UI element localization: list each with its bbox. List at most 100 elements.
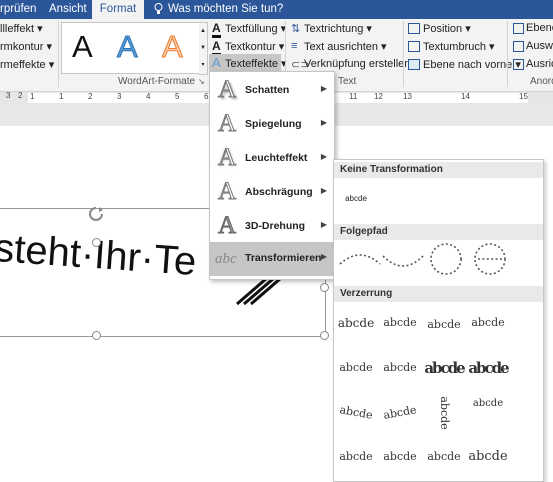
warp-can-down[interactable]: abcde [466,442,510,472]
warp-arch-down[interactable]: abcde [376,394,425,431]
tab-review[interactable]: rprüfen [0,0,44,19]
warp-triangle-up[interactable]: abcde [422,310,466,340]
follow-path-arch-down[interactable] [381,244,425,281]
glow-icon: A [217,144,237,172]
group-divider [58,21,59,87]
align-objects-icon [513,59,524,70]
warp-circle-alt[interactable]: abcde [466,353,510,383]
transform-submenu: Keine Transformation abcde Folgepfad Ver… [333,159,544,482]
menu-item-3d-rotation[interactable]: A 3D-Drehung ▶ [210,210,334,244]
wrap-text-icon [408,41,420,52]
section-follow-path-header: Folgepfad [334,224,543,240]
warp-button-pour[interactable]: abcde [466,398,510,428]
ruler-number: 13 [403,92,412,101]
lightbulb-icon [154,3,163,14]
warp-triangle-down[interactable]: abcde [466,308,510,338]
text-effects-icon: A [212,55,221,70]
wordart-style-black[interactable]: A [72,29,93,65]
text-fill-label: Textfüllung ▾ [225,23,287,35]
ruler-number: 3 [117,92,122,101]
group-label-text: Text [338,76,357,87]
section-warp-header: Verzerrung [334,286,543,302]
warp-circle[interactable]: abcde [422,353,466,383]
resize-handle[interactable] [92,331,101,340]
ruler-number: 12 [374,92,383,101]
chevron-right-icon: ▶ [320,118,327,127]
ruler-number: 11 [349,92,358,101]
transform-adjust-icon[interactable] [232,276,282,309]
warp-chevron-up[interactable]: abcde [334,353,378,383]
chevron-right-icon: ▶ [320,252,327,261]
bring-forward-icon [408,59,420,70]
align-text-label: Text ausrichten ▾ [304,41,387,53]
warp-curve-up[interactable]: abcde [334,442,378,472]
warp-plain[interactable]: abcde [334,308,378,338]
menu-item-label: Leuchteffekt [245,152,308,164]
no-transform-option[interactable]: abcde [338,184,374,214]
ruler-number: 15 [519,92,528,101]
shape-outline-button[interactable]: rmkontur ▾ [0,40,52,53]
shape-fill-button[interactable]: llleffekt ▾ [0,22,43,35]
wordart-style-blue[interactable]: A [117,29,139,65]
resize-handle[interactable] [320,283,329,292]
menu-item-label: Schatten [245,84,290,96]
menu-item-bevel[interactable]: A Abschrägung ▶ [210,176,334,210]
group-divider [507,21,508,87]
ruler-number: 14 [461,92,470,101]
resize-handle[interactable] [92,238,101,247]
wordart-gallery[interactable]: A A A [61,22,201,74]
warp-stop[interactable]: abcde [378,308,422,338]
ruler-number: 2 [88,92,93,101]
follow-path-circle[interactable] [424,240,468,281]
resize-handle[interactable] [320,331,329,340]
tab-view[interactable]: Ansicht [49,0,89,19]
ruler-number: 6 [204,92,209,101]
dialog-launcher-icon[interactable]: ↘ [198,77,205,86]
text-effects-button[interactable]: A Texteffekte ▾ [209,54,287,71]
section-no-transform-header: Keine Transformation [334,162,543,178]
follow-path-arch-up[interactable] [338,244,382,281]
group-objects-label: Ausw [526,40,553,52]
menu-item-transform[interactable]: abc Transformieren ▶ [210,242,334,276]
text-direction-icon: ⇅ [291,23,301,35]
menu-item-label: Abschrägung [245,186,313,198]
align-objects-label: Ausric [526,58,553,70]
group-label-wordart: WordArt-Formate [118,76,196,87]
text-effects-label: Texteffekte ▾ [225,58,287,70]
menu-item-glow[interactable]: A Leuchteffekt ▶ [210,142,334,176]
reflection-icon: A [217,110,237,138]
text-fill-icon: A [212,22,221,38]
selection-label: Ebene [526,22,553,34]
tell-me-box[interactable]: Was möchten Sie tun? [154,0,284,19]
group-label-arrange: Anord [530,76,553,87]
shadow-icon: A [217,76,237,104]
menu-item-label: 3D-Drehung [245,220,306,232]
menu-item-label: Spiegelung [245,118,302,130]
chevron-right-icon: ▶ [320,84,327,93]
warp-can-up[interactable]: abcde [422,442,466,472]
warp-arch-up[interactable]: abcde [332,394,381,431]
shape-effects-button[interactable]: rmeffekte ▾ [0,58,54,71]
selection-icon [513,23,524,34]
wrap-text-label: Textumbruch ▾ [423,41,495,53]
text-effects-menu: A Schatten ▶ A Spiegelung ▶ A Leuchteffe… [209,71,335,280]
bevel-icon: A [217,178,237,206]
rotate-handle-icon[interactable] [88,206,104,225]
text-direction-label: Textrichtung ▾ [304,23,372,35]
menu-item-shadow[interactable]: A Schatten ▶ [210,74,334,108]
ruler-number: 4 [146,92,151,101]
ruler-number: 1 [59,92,64,101]
wordart-style-orange[interactable]: A [162,29,184,65]
group-icon [513,41,524,52]
tab-format[interactable]: Format [92,0,144,19]
menu-item-reflection[interactable]: A Spiegelung ▶ [210,108,334,142]
warp-circle-ring[interactable]: abcde [429,391,459,435]
tell-me-text: Was möchten Sie tun? [168,3,284,15]
text-outline-label: Textkontur ▾ [225,41,285,53]
follow-path-button[interactable] [468,240,512,281]
warp-curve-down[interactable]: abcde [378,442,422,472]
warp-chevron-down[interactable]: abcde [378,353,422,383]
gallery-scroll[interactable]: ▲ ▼ ▾ [199,22,208,75]
menu-item-label: Transformieren [245,252,322,264]
position-icon [408,23,420,34]
